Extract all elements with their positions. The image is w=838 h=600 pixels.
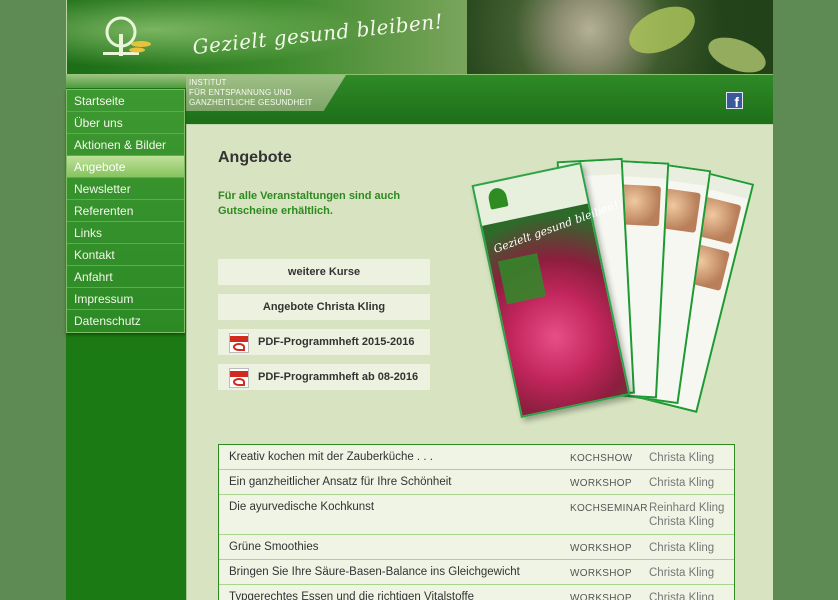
event-type: WORKSHOP <box>570 568 632 579</box>
facebook-icon[interactable]: f <box>726 92 743 110</box>
event-speaker: Christa Kling <box>649 542 715 554</box>
event-speaker: Christa Kling <box>649 477 715 489</box>
pdf-icon <box>229 333 249 353</box>
table-row[interactable]: Bringen Sie Ihre Säure-Basen-Balance ins… <box>219 560 734 585</box>
institute-line: GANZHEITLICHE GESUNDHEIT <box>189 98 313 107</box>
event-speaker: Christa Kling <box>649 452 715 464</box>
page-title: Angebote <box>218 149 292 166</box>
table-row[interactable]: Die ayurvedische Kochkunst KOCHSEMINAR R… <box>219 495 734 535</box>
nav-item-kontakt[interactable]: Kontakt <box>67 244 184 266</box>
pdf-programmheft-2015-2016-button[interactable]: PDF-Programmheft 2015-2016 <box>218 329 430 355</box>
event-title[interactable]: Ein ganzheitlicher Ansatz für Ihre Schön… <box>229 476 451 488</box>
nav-item-startseite[interactable]: Startseite <box>67 90 184 112</box>
sidebar: Startseite Über uns Aktionen & Bilder An… <box>66 74 186 600</box>
pdf-button-label: PDF-Programmheft ab 08-2016 <box>258 371 419 383</box>
pdf-programmheft-ab-08-2016-button[interactable]: PDF-Programmheft ab 08-2016 <box>218 364 430 390</box>
speaker-name: Reinhard Kling <box>649 502 725 514</box>
event-title[interactable]: Bringen Sie Ihre Säure-Basen-Balance ins… <box>229 566 520 578</box>
nav-item-links[interactable]: Links <box>67 222 184 244</box>
table-row[interactable]: Ein ganzheitlicher Ansatz für Ihre Schön… <box>219 470 734 495</box>
brochure-image[interactable]: Gezielt gesund bleiben! <box>471 153 755 423</box>
gift-voucher-note: Für alle Veranstaltungen sind auch Gutsc… <box>218 190 401 217</box>
nav-item-newsletter[interactable]: Newsletter <box>67 178 184 200</box>
event-type: WORKSHOP <box>570 593 632 600</box>
event-title[interactable]: Grüne Smoothies <box>229 541 319 553</box>
main-content: Angebote Für alle Veranstaltungen sind a… <box>186 124 773 600</box>
events-table: Kreativ kochen mit der Zauberküche . . .… <box>218 444 735 600</box>
event-speaker: Reinhard Kling Christa Kling <box>649 501 734 529</box>
table-row[interactable]: Grüne Smoothies WORKSHOP Christa Kling <box>219 535 734 560</box>
nav-item-impressum[interactable]: Impressum <box>67 288 184 310</box>
nav-item-angebote[interactable]: Angebote <box>67 156 184 178</box>
event-type: WORKSHOP <box>570 543 632 554</box>
nav-item-aktionen-bilder[interactable]: Aktionen & Bilder <box>67 134 184 156</box>
event-title[interactable]: Kreativ kochen mit der Zauberküche . . . <box>229 451 433 463</box>
event-type: KOCHSHOW <box>570 453 633 464</box>
table-row[interactable]: Kreativ kochen mit der Zauberküche . . .… <box>219 445 734 470</box>
weitere-kurse-button[interactable]: weitere Kurse <box>218 259 430 285</box>
institute-bar: INSTITUT FÜR ENTSPANNUNG UND GANZHEITLIC… <box>186 74 773 124</box>
institute-line: FÜR ENTSPANNUNG UND <box>189 88 292 97</box>
event-speaker: Christa Kling <box>649 592 715 600</box>
nav-item-datenschutz[interactable]: Datenschutz <box>67 310 184 332</box>
angebote-christa-kling-button[interactable]: Angebote Christa Kling <box>218 294 430 320</box>
speaker-name: Christa Kling <box>649 516 715 528</box>
site-header: Gezielt gesund bleiben! <box>66 0 773 74</box>
event-title[interactable]: Die ayurvedische Kochkunst <box>229 501 374 513</box>
pdf-icon <box>229 368 249 388</box>
event-speaker: Christa Kling <box>649 567 715 579</box>
nav-item-ueber-uns[interactable]: Über uns <box>67 112 184 134</box>
nav-item-referenten[interactable]: Referenten <box>67 200 184 222</box>
institute-line: INSTITUT <box>189 78 227 87</box>
event-title[interactable]: Typgerechtes Essen und die richtigen Vit… <box>229 591 474 600</box>
institute-name: INSTITUT FÜR ENTSPANNUNG UND GANZHEITLIC… <box>189 78 312 108</box>
event-type: WORKSHOP <box>570 478 632 489</box>
nav-item-anfahrt[interactable]: Anfahrt <box>67 266 184 288</box>
institute-tab: INSTITUT FÜR ENTSPANNUNG UND GANZHEITLIC… <box>186 75 346 111</box>
table-row[interactable]: Typgerechtes Essen und die richtigen Vit… <box>219 585 734 600</box>
main-nav: Startseite Über uns Aktionen & Bilder An… <box>66 89 185 333</box>
tree-logo-icon[interactable] <box>97 14 157 64</box>
pdf-button-label: PDF-Programmheft 2015-2016 <box>258 336 415 348</box>
event-type: KOCHSEMINAR <box>570 503 648 514</box>
